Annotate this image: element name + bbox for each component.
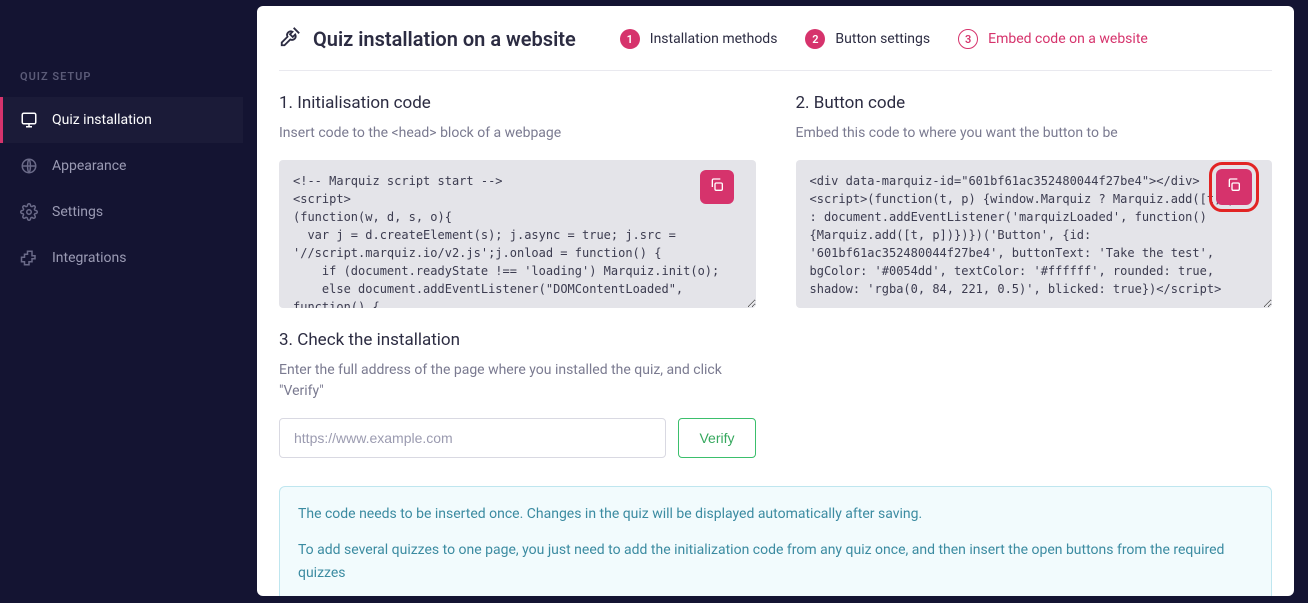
button-code-block[interactable]: <div data-marquiz-id="601bf61ac352480044…	[796, 160, 1273, 308]
init-code-block[interactable]: <!-- Marquiz script start --> <script> (…	[279, 160, 756, 308]
wizard-steps: 1 Installation methods 2 Button settings…	[620, 29, 1148, 49]
tools-icon	[279, 26, 301, 52]
install-icon	[20, 111, 38, 129]
section-title: 2. Button code	[796, 93, 1273, 113]
sidebar-item-label: Appearance	[52, 158, 126, 174]
info-notice: The code needs to be inserted once. Chan…	[279, 486, 1272, 596]
sidebar-item-integrations[interactable]: Integrations	[0, 235, 243, 281]
copy-icon	[1226, 177, 1242, 197]
card: Quiz installation on a website 1 Install…	[257, 6, 1294, 596]
sidebar-item-quiz-installation[interactable]: Quiz installation	[0, 97, 243, 143]
step-label: Installation methods	[650, 31, 778, 47]
section-title: 3. Check the installation	[279, 330, 756, 350]
step-number: 2	[805, 29, 825, 49]
section-initialisation-code: 1. Initialisation code Insert code to th…	[279, 93, 756, 458]
page-title: Quiz installation on a website	[313, 27, 576, 51]
sidebar-item-appearance[interactable]: Appearance	[0, 143, 243, 189]
step-label: Button settings	[835, 31, 930, 47]
step-number: 3	[958, 29, 978, 49]
step-button-settings[interactable]: 2 Button settings	[805, 29, 930, 49]
verify-url-input[interactable]	[279, 418, 666, 458]
copy-icon	[709, 177, 725, 197]
step-label: Embed code on a website	[988, 31, 1148, 47]
copy-init-code-button[interactable]	[700, 170, 734, 204]
sidebar-item-label: Settings	[52, 204, 103, 220]
puzzle-icon	[20, 249, 38, 267]
step-embed-code[interactable]: 3 Embed code on a website	[958, 29, 1148, 49]
card-header: Quiz installation on a website 1 Install…	[279, 26, 1272, 71]
step-installation-methods[interactable]: 1 Installation methods	[620, 29, 778, 49]
sidebar-item-label: Quiz installation	[52, 112, 152, 128]
section-check-installation: 3. Check the installation Enter the full…	[279, 330, 756, 458]
globe-icon	[20, 157, 38, 175]
sidebar-item-label: Integrations	[52, 250, 126, 266]
info-line: The code needs to be inserted once. Chan…	[298, 503, 1253, 525]
info-line: To add several quizzes to one page, you …	[298, 539, 1253, 584]
section-description: Enter the full address of the page where…	[279, 360, 739, 402]
step-number: 1	[620, 29, 640, 49]
section-button-code: 2. Button code Embed this code to where …	[796, 93, 1273, 458]
sidebar-section-heading: QUIZ SETUP	[0, 70, 243, 97]
section-title: 1. Initialisation code	[279, 93, 756, 113]
copy-button-code-button[interactable]	[1216, 169, 1252, 205]
main-content: Quiz installation on a website 1 Install…	[243, 0, 1308, 603]
verify-button[interactable]: Verify	[678, 418, 755, 458]
sidebar-item-settings[interactable]: Settings	[0, 189, 243, 235]
sidebar: QUIZ SETUP Quiz installation Appearance …	[0, 0, 243, 603]
section-description: Insert code to the <head> block of a web…	[279, 123, 756, 144]
section-description: Embed this code to where you want the bu…	[796, 123, 1273, 144]
gear-icon	[20, 203, 38, 221]
